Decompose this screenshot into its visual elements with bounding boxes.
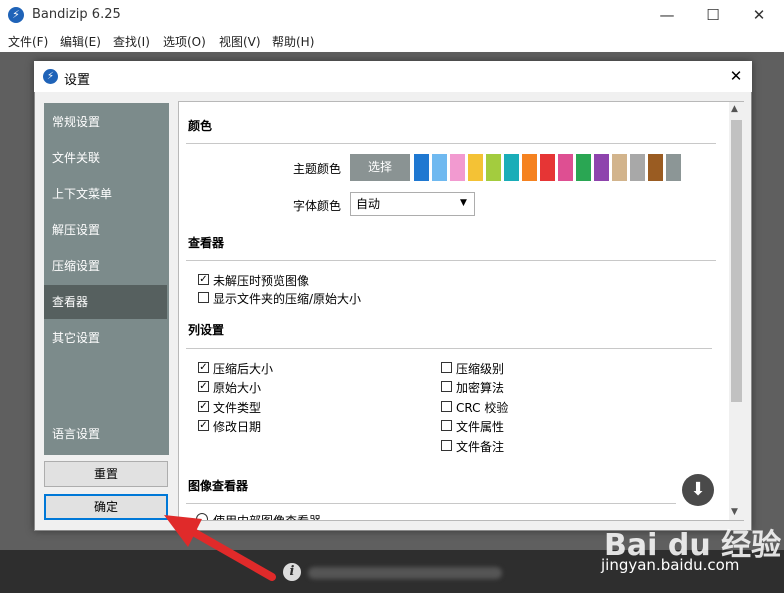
checkbox-comment[interactable] (441, 440, 452, 451)
checkbox-folder-size[interactable] (198, 292, 209, 303)
dialog-logo-icon: ⚡ (43, 69, 58, 84)
separator (186, 260, 716, 261)
checkbox-label: 文件属性 (456, 420, 505, 434)
menu-view[interactable]: 视图(V) (219, 33, 261, 50)
minimize-button[interactable]: — (644, 0, 690, 30)
checkbox-encryption[interactable] (441, 381, 452, 392)
nav-context-menu[interactable]: 上下文菜单 (44, 177, 167, 211)
theme-select-button[interactable]: 选择 (350, 154, 410, 181)
checkbox-crc[interactable] (441, 401, 452, 412)
font-color-dropdown[interactable]: 自动 (350, 192, 475, 216)
theme-swatch[interactable] (648, 154, 663, 181)
theme-swatch[interactable] (468, 154, 483, 181)
checkbox-original-size[interactable]: ✓ (198, 381, 209, 392)
theme-swatch[interactable] (504, 154, 519, 181)
checkbox-label: 压缩级别 (456, 362, 505, 376)
section-color-title: 颜色 (188, 119, 213, 133)
menu-options[interactable]: 选项(O) (163, 33, 206, 50)
dialog-title: 设置 (64, 73, 91, 88)
menu-edit[interactable]: 编辑(E) (60, 33, 101, 50)
checkbox-label: 显示文件夹的压缩/原始大小 (213, 292, 362, 306)
baidu-watermark-url: jingyan.baidu.com (601, 556, 740, 574)
checkbox-label: 未解压时预览图像 (213, 274, 310, 288)
separator (186, 503, 676, 504)
section-image-viewer-title: 图像查看器 (188, 479, 249, 493)
nav-language[interactable]: 语言设置 (44, 417, 167, 451)
nav-viewer[interactable]: 查看器 (44, 285, 167, 319)
nav-compress[interactable]: 压缩设置 (44, 249, 167, 283)
scroll-thumb[interactable] (731, 120, 742, 402)
theme-swatch[interactable] (666, 154, 681, 181)
theme-swatch[interactable] (576, 154, 591, 181)
checkbox-preview-images[interactable]: ✓ (198, 274, 209, 285)
font-color-label: 字体颜色 (293, 199, 342, 213)
checkbox-label: 加密算法 (456, 381, 505, 395)
menu-help[interactable]: 帮助(H) (272, 33, 314, 50)
theme-swatch[interactable] (450, 154, 465, 181)
menu-find[interactable]: 查找(I) (113, 33, 150, 50)
nav-file-association[interactable]: 文件关联 (44, 141, 167, 175)
theme-swatch[interactable] (540, 154, 555, 181)
scroll-down-icon[interactable]: ▼ (731, 507, 738, 517)
menu-file[interactable]: 文件(F) (8, 33, 48, 50)
checkbox-label: 压缩后大小 (213, 362, 274, 376)
checkbox-label: 文件类型 (213, 401, 262, 415)
theme-swatch[interactable] (414, 154, 429, 181)
reset-button[interactable]: 重置 (44, 461, 168, 487)
red-arrow-annotation (164, 515, 276, 581)
checkbox-compressed-size[interactable]: ✓ (198, 362, 209, 373)
nav-extract[interactable]: 解压设置 (44, 213, 167, 247)
nav-general[interactable]: 常规设置 (44, 105, 167, 139)
scroll-up-icon[interactable]: ▲ (731, 104, 738, 114)
nav-other[interactable]: 其它设置 (44, 321, 167, 355)
maximize-button[interactable]: ☐ (690, 0, 736, 30)
theme-swatch[interactable] (558, 154, 573, 181)
separator (186, 143, 716, 144)
checkbox-modified-date[interactable]: ✓ (198, 420, 209, 431)
bandizip-logo-icon: ⚡ (8, 7, 24, 23)
dialog-titlebar (34, 61, 752, 92)
status-text-blurred (308, 567, 502, 579)
download-arrow-icon[interactable]: ⬇ (682, 474, 714, 506)
theme-swatch[interactable] (612, 154, 627, 181)
app-title: Bandizip 6.25 (32, 7, 121, 22)
checkbox-file-type[interactable]: ✓ (198, 401, 209, 412)
separator (186, 348, 712, 349)
checkbox-label: CRC 校验 (456, 401, 509, 415)
checkbox-label: 修改日期 (213, 420, 262, 434)
checkbox-label: 文件备注 (456, 440, 505, 454)
section-viewer-title: 查看器 (188, 236, 225, 250)
theme-color-label: 主题颜色 (293, 162, 342, 176)
checkbox-attributes[interactable] (441, 420, 452, 431)
theme-swatch[interactable] (432, 154, 447, 181)
checkbox-compression-level[interactable] (441, 362, 452, 373)
close-window-button[interactable]: ✕ (736, 0, 782, 30)
theme-swatch[interactable] (594, 154, 609, 181)
dialog-close-button[interactable]: ✕ (724, 64, 748, 88)
checkbox-label: 原始大小 (213, 381, 262, 395)
theme-swatch[interactable] (522, 154, 537, 181)
chevron-down-icon: ▼ (460, 198, 467, 208)
theme-swatch[interactable] (630, 154, 645, 181)
section-columns-title: 列设置 (188, 323, 225, 337)
theme-swatch[interactable] (486, 154, 501, 181)
